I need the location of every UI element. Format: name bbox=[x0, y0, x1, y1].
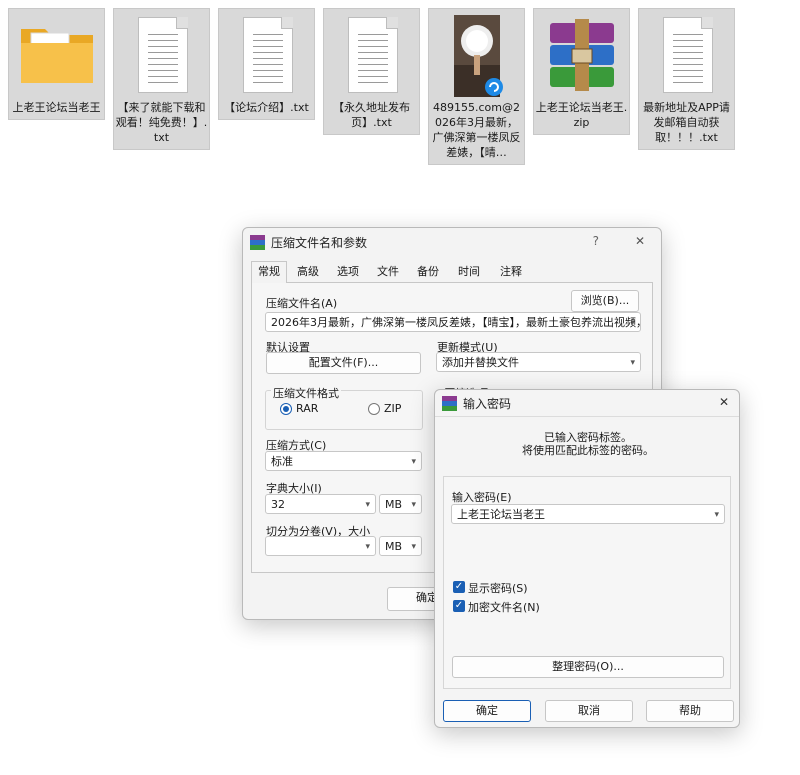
chevron-down-icon[interactable]: ▾ bbox=[411, 498, 416, 513]
desktop-folder[interactable]: 上老王论坛当老王 bbox=[8, 8, 105, 120]
password-cancel-button[interactable]: 取消 bbox=[545, 700, 633, 722]
password-dialog-title: 输入密码 bbox=[463, 396, 512, 411]
tab-advanced[interactable]: 高级 bbox=[289, 262, 327, 283]
text-file-icon bbox=[332, 15, 412, 95]
format-zip-label: ZIP bbox=[384, 402, 402, 415]
encrypt-names-label: 加密文件名(N) bbox=[468, 601, 540, 614]
chevron-down-icon[interactable]: ▾ bbox=[411, 540, 416, 555]
archive-name-input[interactable]: 2026年3月最新，广佛深第一楼凤反差婊，【晴宝】，最新土豪包养流出视频，海 ▾ bbox=[265, 312, 641, 332]
archive-dialog-titlebar[interactable]: 压缩文件名和参数 ? ✕ bbox=[243, 228, 661, 256]
password-dialog-titlebar[interactable]: 输入密码 ✕ bbox=[435, 390, 739, 416]
tab-options[interactable]: 选项 bbox=[329, 262, 367, 283]
format-label: 压缩文件格式 bbox=[271, 385, 341, 401]
show-password-label: 显示密码(S) bbox=[468, 582, 528, 595]
dictionary-unit-select[interactable]: MB ▾ bbox=[379, 494, 422, 514]
chevron-down-icon[interactable]: ▾ bbox=[365, 540, 370, 555]
close-icon[interactable]: ✕ bbox=[719, 395, 729, 409]
video-thumbnail-icon bbox=[437, 15, 517, 97]
password-help-button[interactable]: 帮助 bbox=[646, 700, 734, 722]
password-info-line2: 将使用匹配此标签的密码。 bbox=[522, 444, 654, 457]
archive-dialog-title: 压缩文件名和参数 bbox=[271, 235, 368, 250]
desktop-item-label: 最新地址及APP请发邮箱自动获取！！！.txt bbox=[643, 101, 730, 144]
update-mode-select[interactable]: 添加并替换文件 ▾ bbox=[436, 352, 641, 372]
desktop-item-label: 【来了就能下载和观看！纯免费！】.txt bbox=[115, 101, 208, 144]
winrar-icon bbox=[442, 395, 457, 411]
dictionary-select[interactable]: 32 ▾ bbox=[265, 494, 376, 514]
desktop-txt-file[interactable]: 【来了就能下载和观看！纯免费！】.txt bbox=[113, 8, 210, 150]
radio-zip[interactable] bbox=[368, 403, 380, 415]
split-unit-select[interactable]: MB ▾ bbox=[379, 536, 422, 556]
help-icon[interactable]: ? bbox=[593, 234, 599, 248]
chevron-down-icon[interactable]: ▾ bbox=[714, 508, 719, 523]
split-volumes-input[interactable]: ▾ bbox=[265, 536, 376, 556]
password-label: 输入密码(E) bbox=[452, 491, 512, 504]
tab-comment[interactable]: 注释 bbox=[491, 262, 531, 283]
folder-icon bbox=[17, 15, 97, 95]
desktop-video-file[interactable]: 489155.com@2026年3月最新，广佛深第一楼凤反差婊，【晴… bbox=[428, 8, 525, 165]
archive-name-label: 压缩文件名(A) bbox=[266, 297, 338, 310]
desktop-item-label: 上老王论坛当老王 bbox=[12, 101, 101, 114]
tab-files[interactable]: 文件 bbox=[369, 262, 407, 283]
password-ok-button[interactable]: 确定 bbox=[443, 700, 531, 722]
desktop-txt-file[interactable]: 【永久地址发布页】.txt bbox=[323, 8, 420, 135]
chevron-down-icon[interactable]: ▾ bbox=[630, 356, 635, 371]
desktop-txt-file[interactable]: 【论坛介绍】.txt bbox=[218, 8, 315, 120]
desktop-zip-file[interactable]: 上老王论坛当老王.zip bbox=[533, 8, 630, 135]
text-file-icon bbox=[227, 15, 307, 95]
tab-general[interactable]: 常规 bbox=[251, 261, 287, 283]
password-input[interactable]: 上老王论坛当老王 ▾ bbox=[451, 504, 725, 524]
chevron-down-icon[interactable]: ▾ bbox=[365, 498, 370, 513]
encrypt-names-checkbox[interactable]: ✓ bbox=[453, 600, 465, 612]
radio-rar[interactable] bbox=[280, 403, 292, 415]
text-file-icon bbox=[647, 15, 727, 95]
tab-time[interactable]: 时间 bbox=[449, 262, 489, 283]
password-dialog: 输入密码 ✕ 已输入密码标签。 将使用匹配此标签的密码。 输入密码(E) 上老王… bbox=[434, 389, 740, 728]
format-rar-label: RAR bbox=[296, 402, 319, 415]
winrar-archive-icon bbox=[542, 15, 622, 95]
show-password-checkbox[interactable]: ✓ bbox=[453, 581, 465, 593]
desktop-item-label: 【永久地址发布页】.txt bbox=[333, 101, 410, 129]
chevron-down-icon[interactable]: ▾ bbox=[411, 455, 416, 470]
organize-passwords-button[interactable]: 整理密码(O)... bbox=[452, 656, 724, 678]
close-icon[interactable]: ✕ bbox=[635, 234, 645, 248]
text-file-icon bbox=[122, 15, 202, 95]
chevron-down-icon[interactable]: ▾ bbox=[630, 316, 635, 331]
profiles-button[interactable]: 配置文件(F)... bbox=[266, 352, 421, 374]
winrar-icon bbox=[250, 234, 265, 250]
desktop-item-label: 489155.com@2026年3月最新，广佛深第一楼凤反差婊，【晴… bbox=[432, 101, 521, 159]
tab-backup[interactable]: 备份 bbox=[409, 262, 447, 283]
method-select[interactable]: 标准 ▾ bbox=[265, 451, 422, 471]
desktop-txt-file[interactable]: 最新地址及APP请发邮箱自动获取！！！.txt bbox=[638, 8, 735, 150]
desktop-item-label: 上老王论坛当老王.zip bbox=[535, 101, 628, 129]
desktop-item-label: 【论坛介绍】.txt bbox=[224, 101, 309, 114]
browse-button[interactable]: 浏览(B)... bbox=[571, 290, 639, 312]
